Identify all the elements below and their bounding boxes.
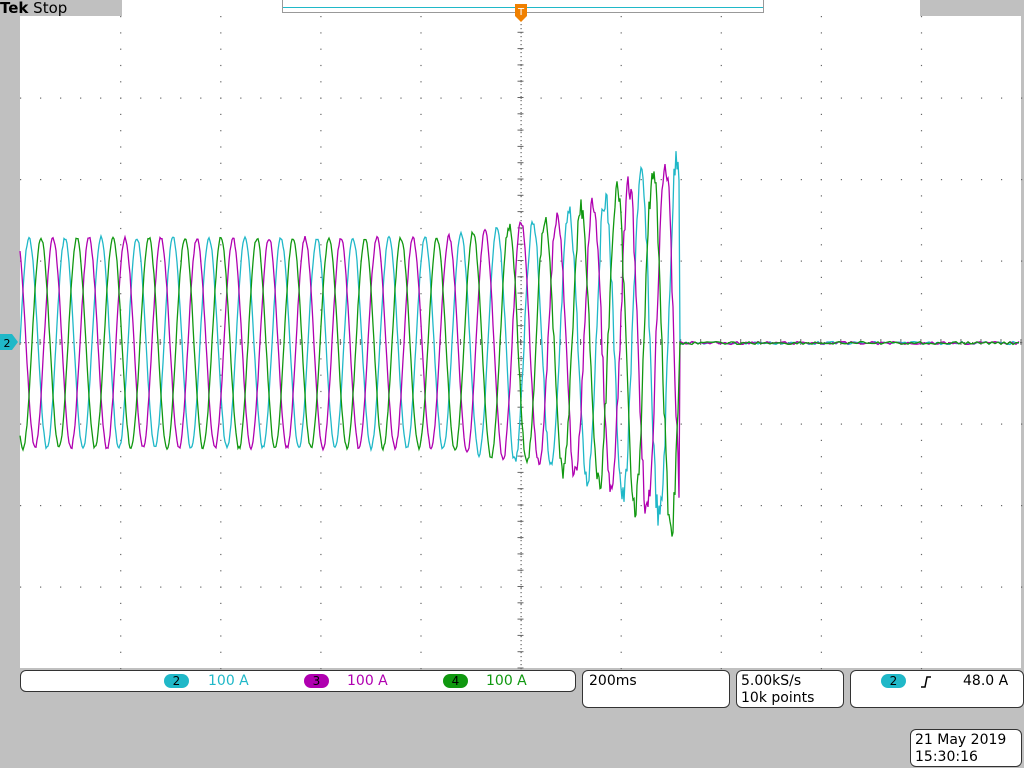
timebase-label: 200ms <box>589 673 637 689</box>
trigger-source-chip: 2 <box>881 674 906 688</box>
channel-4-scale: 100 A <box>486 673 527 689</box>
date-label: 21 May 2019 <box>915 732 1007 748</box>
record-length: 10k points <box>741 690 815 706</box>
sample-rate: 5.00kS/s <box>741 673 802 689</box>
time-label: 15:30:16 <box>915 749 978 765</box>
channel-readout-bar: 2 100 A 3 100 A 4 100 A <box>20 670 576 692</box>
oscilloscope-screen: T 2 <box>0 4 1023 670</box>
trigger-marker-label: T <box>517 7 525 18</box>
channel-3-chip[interactable]: 3 <box>304 674 329 688</box>
channel-2-scale: 100 A <box>208 673 249 689</box>
rising-edge-icon <box>921 676 931 688</box>
trigger-readout[interactable]: 2 48.0 A <box>850 670 1024 708</box>
ground-marker-label: 2 <box>4 337 11 350</box>
trigger-level: 48.0 A <box>963 673 1009 689</box>
timebase-readout[interactable]: 200ms <box>582 670 730 708</box>
acquisition-readout[interactable]: 5.00kS/s 10k points <box>736 670 844 708</box>
channel-2-chip[interactable]: 2 <box>164 674 189 688</box>
channel-3-scale: 100 A <box>347 673 388 689</box>
channel-2-ground-marker[interactable]: 2 <box>0 334 18 350</box>
channel-4-chip[interactable]: 4 <box>443 674 468 688</box>
datetime-readout: 21 May 2019 15:30:16 <box>910 729 1022 767</box>
